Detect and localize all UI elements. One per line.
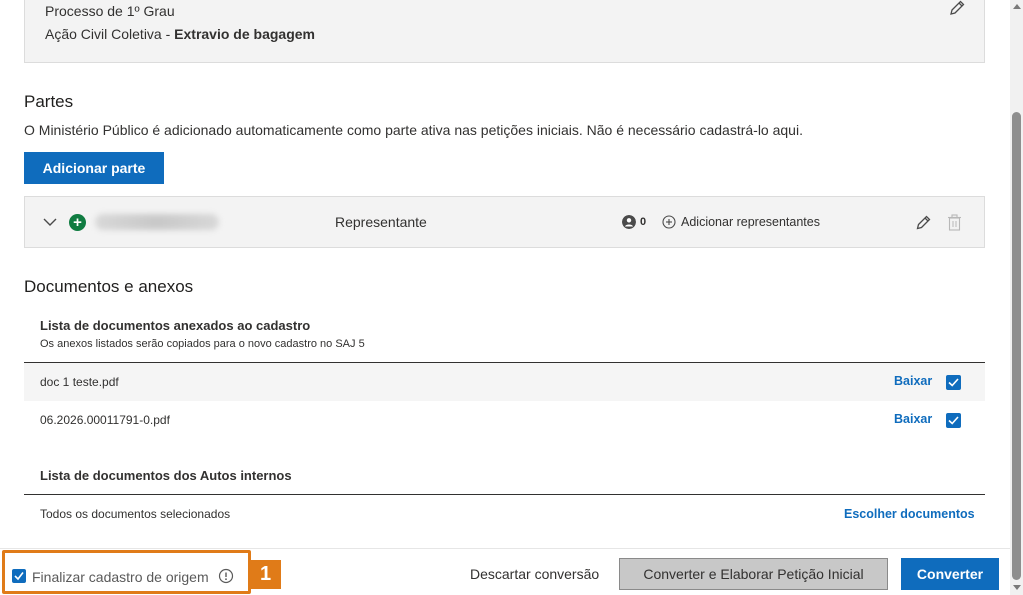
vertical-scrollbar[interactable] (1010, 0, 1023, 595)
list-item: doc 1 teste.pdf Baixar (24, 363, 985, 401)
pencil-icon[interactable] (915, 214, 932, 231)
person-icon (622, 215, 636, 229)
convert-and-draft-button[interactable]: Converter e Elaborar Petição Inicial (619, 558, 888, 590)
pencil-icon[interactable] (948, 0, 966, 17)
autos-status: Todos os documentos selecionados (40, 507, 231, 521)
finalizar-label[interactable]: Finalizar cadastro de origem (32, 569, 209, 585)
anexados-title: Lista de documentos anexados ao cadastro (40, 318, 311, 333)
finalizar-cadastro-option[interactable]: Finalizar cadastro de origem (2, 550, 251, 594)
anexados-description: Os anexos listados serão copiados para o… (40, 338, 365, 350)
autos-title: Lista de documentos dos Autos internos (40, 468, 292, 483)
list-item: 06.2026.00011791-0.pdf Baixar (24, 401, 985, 439)
document-name: doc 1 teste.pdf (40, 375, 119, 389)
convert-button[interactable]: Converter (901, 558, 999, 590)
processo-grau: Processo de 1º Grau (45, 3, 175, 19)
processo-classe-prefix: Ação Civil Coletiva - (45, 26, 175, 42)
document-checkbox[interactable] (946, 413, 961, 428)
scrollbar-thumb[interactable] (1012, 112, 1021, 580)
partes-description: O Ministério Público é adicionado automa… (24, 122, 803, 138)
party-role: Representante (335, 214, 427, 230)
annotation-badge: 1 (250, 560, 281, 589)
info-icon[interactable] (218, 568, 234, 584)
party-name-redacted (95, 214, 219, 230)
divider (24, 494, 985, 495)
representatives-count: 0 (640, 216, 647, 228)
plus-outline-icon[interactable] (662, 215, 676, 229)
footer-action-bar: Finalizar cadastro de origem 1 Descartar… (0, 548, 1010, 595)
scroll-down-arrow-icon[interactable] (1013, 585, 1021, 590)
processo-classe: Ação Civil Coletiva - Extravio de bagage… (45, 26, 315, 42)
scroll-up-arrow-icon[interactable] (1013, 4, 1021, 9)
partes-title: Partes (24, 92, 74, 111)
choose-documents-link[interactable]: Escolher documentos (844, 507, 975, 521)
checkbox-checked-icon[interactable] (12, 569, 26, 583)
trash-icon[interactable] (947, 214, 962, 231)
main-content: Processo de 1º Grau Ação Civil Coletiva … (0, 0, 1010, 548)
plus-circle-icon: + (69, 214, 86, 231)
document-checkbox[interactable] (946, 375, 961, 390)
party-row[interactable]: + Representante 0 Adicionar representant… (24, 196, 985, 248)
download-link[interactable]: Baixar (894, 412, 932, 426)
discard-conversion-button[interactable]: Descartar conversão (470, 566, 599, 582)
chevron-down-icon[interactable] (43, 215, 57, 229)
processo-assunto: Extravio de bagagem (174, 26, 315, 42)
documentos-title: Documentos e anexos (24, 277, 194, 296)
add-parte-button[interactable]: Adicionar parte (24, 152, 164, 184)
processo-summary-card: Processo de 1º Grau Ação Civil Coletiva … (24, 0, 985, 63)
download-link[interactable]: Baixar (894, 374, 932, 388)
add-representatives-link[interactable]: Adicionar representantes (681, 215, 820, 229)
document-name: 06.2026.00011791-0.pdf (40, 413, 170, 427)
